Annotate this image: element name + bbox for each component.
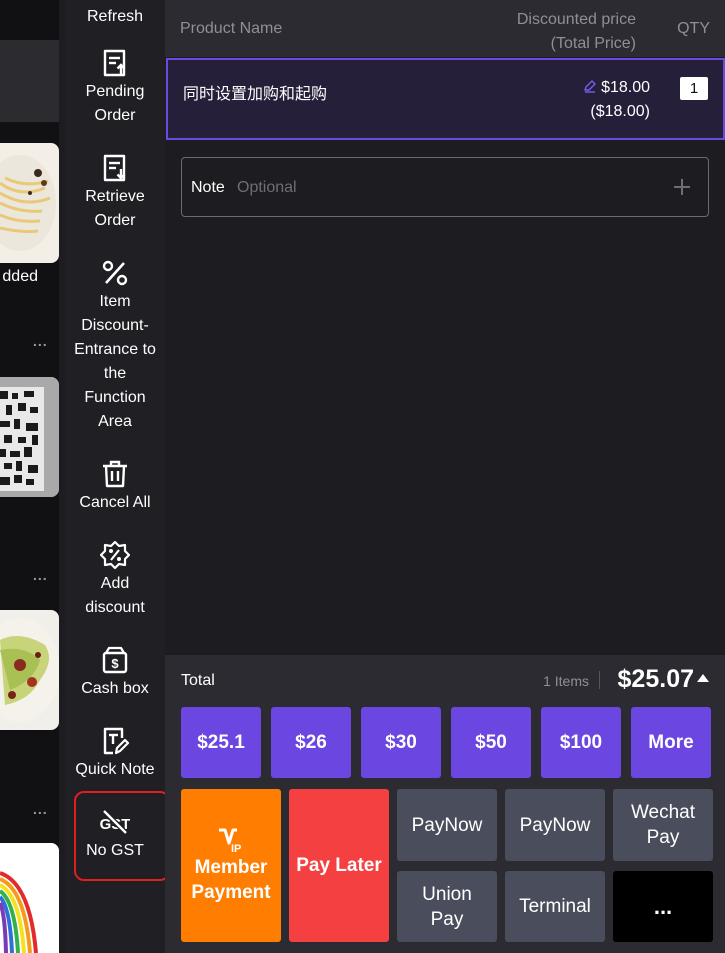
cash-box-label: Cash box <box>81 680 149 697</box>
svg-text:IP: IP <box>231 843 241 853</box>
percent-icon <box>102 260 128 286</box>
paynow-button[interactable]: PayNow <box>397 789 497 861</box>
note-label: Note <box>191 179 225 196</box>
cash-box-button[interactable]: $ Cash box <box>65 645 165 701</box>
product-image-noodles[interactable] <box>0 143 59 263</box>
plus-icon[interactable] <box>672 172 692 202</box>
order-item-name: 同时设置加购和起购 <box>183 86 328 103</box>
chevron-up-icon[interactable] <box>697 674 709 682</box>
refresh-button[interactable]: Refresh <box>65 5 165 29</box>
more-amounts-button[interactable]: More <box>631 707 711 778</box>
quick-note-button[interactable]: Quick Note <box>65 726 165 782</box>
payment-area: Total 1 Items $25.07 $25.1 $26 $30 $50 $… <box>165 655 725 953</box>
retrieve-order-icon <box>103 154 126 182</box>
wechat-pay-line2: Pay <box>646 827 680 848</box>
vip-icon: IP <box>219 828 241 853</box>
refresh-label: Refresh <box>86 8 144 25</box>
pending-order-label: Pending Order <box>85 83 145 124</box>
union-pay-button[interactable]: Union Pay <box>397 871 497 942</box>
item-discount-label: Item Discount- Entrance to the Function … <box>74 293 156 430</box>
member-payment-line1: Member <box>194 856 268 878</box>
union-pay-line2: Pay <box>430 908 464 930</box>
col-product-name: Product Name <box>180 20 283 37</box>
order-item-total-price: ($18.00) <box>590 103 650 120</box>
quick-amount-button[interactable]: $30 <box>361 707 441 778</box>
cancel-all-label: Cancel All <box>79 494 151 511</box>
item-discount-button[interactable]: Item Discount- Entrance to the Function … <box>65 258 165 434</box>
retrieve-order-button[interactable]: Retrieve Order <box>65 153 165 233</box>
col-price-line2: (Total Price) <box>550 35 636 52</box>
quick-amount-button[interactable]: $100 <box>541 707 621 778</box>
order-panel: Product Name Discounted price (Total Pri… <box>165 0 725 953</box>
note-input[interactable] <box>237 175 657 201</box>
terminal-button[interactable]: Terminal <box>505 871 605 942</box>
pending-order-icon <box>103 49 126 77</box>
selection-highlight <box>74 791 170 881</box>
col-discounted-price: Discounted price (Total Price) <box>517 8 636 56</box>
trash-icon <box>103 460 127 488</box>
order-item-row[interactable]: 同时设置加购和起购 $18.00 ($18.00) 1 <box>166 58 725 140</box>
wechat-pay-line1: Wechat <box>630 802 696 823</box>
product-more-dots[interactable]: ... <box>33 333 48 349</box>
order-item-discounted-price: $18.00 <box>601 79 650 96</box>
quick-amount-button[interactable]: $25.1 <box>181 707 261 778</box>
order-item-price[interactable]: $18.00 ($18.00) <box>583 76 650 124</box>
wechat-pay-button[interactable]: Wechat Pay <box>613 789 713 861</box>
col-price-line1: Discounted price <box>516 11 636 28</box>
more-payment-methods-button[interactable]: ... <box>613 871 713 942</box>
cancel-all-button[interactable]: Cancel All <box>65 459 165 515</box>
total-amount[interactable]: $25.07 <box>618 665 694 694</box>
edit-price-icon[interactable] <box>583 79 597 93</box>
cash-box-icon: $ <box>102 646 128 674</box>
union-pay-line1: Union <box>422 883 472 905</box>
add-discount-label: Add discount <box>85 575 145 616</box>
discount-badge-icon <box>100 540 130 570</box>
product-image-rainbow[interactable] <box>0 843 59 953</box>
quick-amount-button[interactable]: $50 <box>451 707 531 778</box>
product-image-qrcode[interactable] <box>0 377 59 497</box>
retrieve-order-label: Retrieve Order <box>85 188 145 229</box>
category-bar[interactable] <box>0 40 59 122</box>
divider <box>599 671 600 689</box>
order-item-qty[interactable]: 1 <box>680 77 708 100</box>
pending-order-button[interactable]: Pending Order <box>65 48 165 128</box>
note-field[interactable]: Note <box>181 157 709 217</box>
quick-note-icon <box>103 727 130 755</box>
paynow-button[interactable]: PayNow <box>505 789 605 861</box>
product-more-dots[interactable]: ... <box>33 567 48 583</box>
function-menu: Refresh Pending Order Retrieve Order Ite… <box>65 0 170 953</box>
member-payment-button[interactable]: IP Member Payment <box>181 789 281 942</box>
product-image-stirfry[interactable] <box>0 610 59 730</box>
add-discount-button[interactable]: Add discount <box>65 540 165 620</box>
pay-later-button[interactable]: Pay Later <box>289 789 389 942</box>
order-table-header: Product Name Discounted price (Total Pri… <box>165 0 725 57</box>
product-more-dots[interactable]: ... <box>33 801 48 817</box>
quick-note-label: Quick Note <box>75 761 155 778</box>
product-strip: dded ... ... ... <box>0 0 59 953</box>
col-qty: QTY <box>677 20 710 37</box>
svg-text:$: $ <box>111 656 119 671</box>
member-payment-line2: Payment <box>191 881 271 903</box>
quick-amount-button[interactable]: $26 <box>271 707 351 778</box>
total-label: Total <box>181 672 215 689</box>
items-count: 1 Items <box>543 673 589 689</box>
product-name-fragment[interactable]: dded <box>2 268 38 286</box>
